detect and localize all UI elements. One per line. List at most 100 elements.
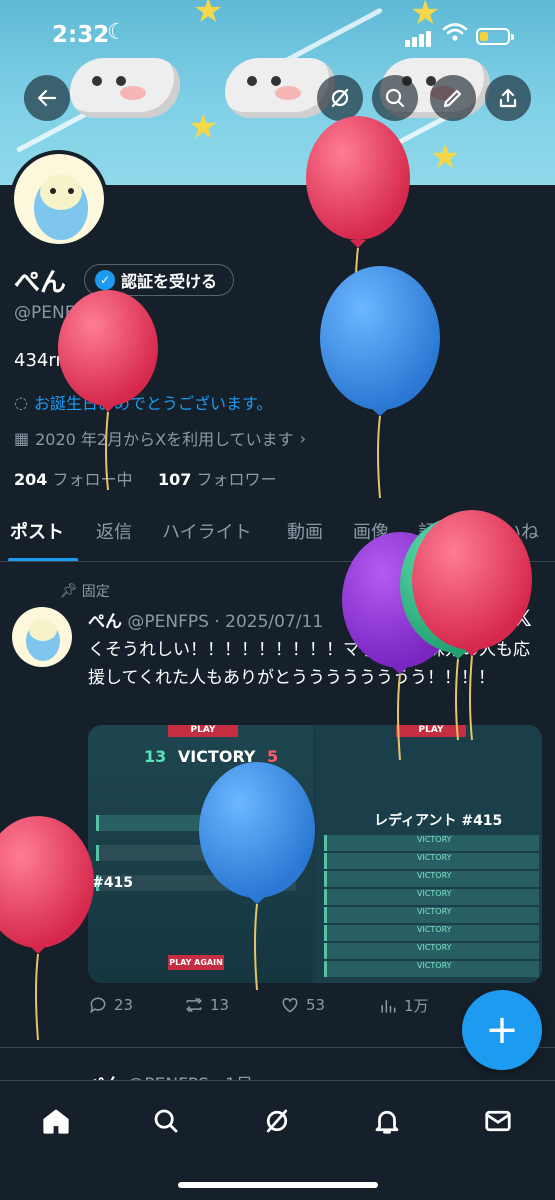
profile-handle: @PENFPS	[14, 303, 96, 323]
pinned-indicator: 📌︎ 固定	[60, 581, 110, 601]
nav-grok[interactable]	[257, 1101, 297, 1141]
search-icon	[154, 1109, 178, 1133]
post-date[interactable]: · 2025/07/11	[214, 612, 323, 632]
share-icon	[499, 88, 517, 108]
tab-videos[interactable]: 動画	[287, 510, 323, 544]
media-image-left[interactable]: PLAY 13 VICTORY 5 #415 PLAY AGAIN	[88, 725, 313, 983]
home-icon	[43, 1109, 69, 1134]
following-label: フォロー中	[52, 470, 133, 489]
following-count: 204	[14, 470, 48, 489]
plus-icon: +	[485, 1007, 519, 1053]
verified-badge-icon: ✓	[95, 270, 115, 290]
back-button[interactable]	[24, 75, 70, 121]
post-media[interactable]: PLAY 13 VICTORY 5 #415 PLAY AGAIN PLAY レ…	[88, 725, 542, 983]
media-play-label-right: PLAY	[396, 725, 466, 737]
media-score-right: 5	[267, 747, 279, 766]
bar-chart-icon	[381, 999, 396, 1013]
balloon-icon: ◌	[14, 392, 28, 412]
joined-text: 2020 年2月からXを利用しています	[35, 430, 294, 449]
nav-messages[interactable]	[478, 1101, 518, 1141]
heart-icon	[282, 997, 298, 1013]
like-button[interactable]: 53	[280, 995, 325, 1015]
pinned-label: 固定	[81, 584, 110, 600]
status-bar: 2:32 ☾	[0, 0, 555, 70]
post-header: ぺん @PENFPS · 2025/07/11	[88, 607, 323, 632]
followers-link[interactable]: 107 フォロワー	[158, 470, 277, 489]
like-count: 53	[306, 996, 326, 1014]
reply-icon	[90, 997, 106, 1014]
views-button[interactable]: 1万	[378, 995, 429, 1016]
profile-tabs: ポスト 返信 ハイライト 動画 画像 記事 いいね	[0, 510, 555, 562]
cellular-signal-icon	[405, 28, 433, 47]
media-score-left: 13	[144, 747, 167, 766]
post-text: くそうれしい！！！！！！！！！マッチした味方の人も応援してくれた人もありがとうう…	[88, 640, 530, 688]
wifi-icon	[442, 22, 468, 48]
pin-icon: 📌︎	[60, 583, 78, 599]
calendar-icon: ▦	[14, 428, 30, 448]
share-button[interactable]	[485, 75, 531, 121]
compose-button[interactable]: +	[462, 990, 542, 1070]
bell-icon	[375, 1110, 399, 1134]
mail-icon	[485, 1110, 511, 1132]
nav-home[interactable]	[36, 1101, 76, 1141]
pencil-icon	[443, 89, 462, 108]
grok-button[interactable]	[317, 75, 363, 121]
home-indicator	[178, 1182, 378, 1188]
chevron-right-icon: ›	[299, 428, 306, 448]
nav-search[interactable]	[146, 1101, 186, 1141]
tab-articles[interactable]: 記事	[418, 510, 454, 544]
birthday-text: お誕生日おめでとうございます。	[33, 394, 273, 413]
balloon-red	[0, 816, 94, 1041]
battery-icon	[476, 28, 514, 45]
followers-label: フォロワー	[196, 470, 277, 489]
birthday-line[interactable]: ◌ お誕生日おめでとうございます。	[14, 390, 272, 414]
repost-icon	[186, 997, 202, 1013]
media-play-again: PLAY AGAIN	[168, 955, 224, 970]
balloon-blue	[320, 266, 440, 499]
media-rank-title: レディアント #415	[374, 813, 503, 829]
active-tab-indicator	[8, 558, 78, 561]
media-match-row: VICTORY	[324, 961, 539, 977]
media-match-row: VICTORY	[324, 925, 539, 941]
reply-count: 23	[114, 996, 134, 1014]
grok-icon	[331, 88, 349, 108]
repost-count: 13	[210, 996, 230, 1014]
nav-notifications[interactable]	[367, 1101, 407, 1141]
repost-button[interactable]: 13	[184, 995, 229, 1015]
tab-replies[interactable]: 返信	[96, 510, 132, 544]
post-author-name[interactable]: ぺん	[88, 612, 122, 632]
media-play-label: PLAY	[168, 725, 238, 737]
following-link[interactable]: 204 フォロー中	[14, 470, 133, 489]
get-verified-label: 認証を受ける	[121, 272, 218, 291]
tab-highlights[interactable]: ハイライト	[162, 510, 252, 544]
media-image-right[interactable]: PLAY レディアント #415 VICTORY VICTORY VICTORY…	[316, 725, 542, 983]
x-logo-icon: 𝕏	[514, 607, 532, 632]
tab-likes[interactable]: いいね	[485, 510, 539, 544]
view-count: 1万	[404, 997, 429, 1015]
moon-icon: ☾	[107, 20, 127, 45]
post-author-avatar[interactable]	[12, 607, 72, 667]
media-rank: #415	[92, 875, 133, 891]
media-match-row: VICTORY	[324, 907, 539, 923]
get-verified-button[interactable]: ✓ 認証を受ける	[84, 264, 235, 296]
search-icon	[385, 88, 405, 108]
media-victory-row: 13 VICTORY 5	[144, 747, 278, 766]
profile-avatar[interactable]	[10, 150, 108, 248]
edit-button[interactable]	[430, 75, 476, 121]
followers-count: 107	[157, 470, 192, 489]
reply-button[interactable]: 23	[88, 995, 133, 1015]
tab-images[interactable]: 画像	[353, 510, 389, 544]
status-time: 2:32	[52, 22, 110, 48]
media-result: VICTORY	[177, 747, 256, 766]
tab-posts[interactable]: ポスト	[10, 510, 64, 544]
grok-icon	[266, 1109, 288, 1133]
joined-line[interactable]: ▦ 2020 年2月からXを利用しています ›	[14, 426, 306, 450]
post-author-handle[interactable]: @PENFPS	[127, 612, 209, 632]
back-arrow-icon	[37, 89, 57, 107]
media-match-row: VICTORY	[324, 889, 539, 905]
profile-bio: 434rr	[14, 350, 63, 371]
profile-display-name: ぺん	[14, 268, 67, 298]
media-match-row: VICTORY	[324, 853, 539, 869]
search-button[interactable]	[372, 75, 418, 121]
follow-stats: 204 フォロー中 107 フォロワー	[14, 466, 276, 490]
